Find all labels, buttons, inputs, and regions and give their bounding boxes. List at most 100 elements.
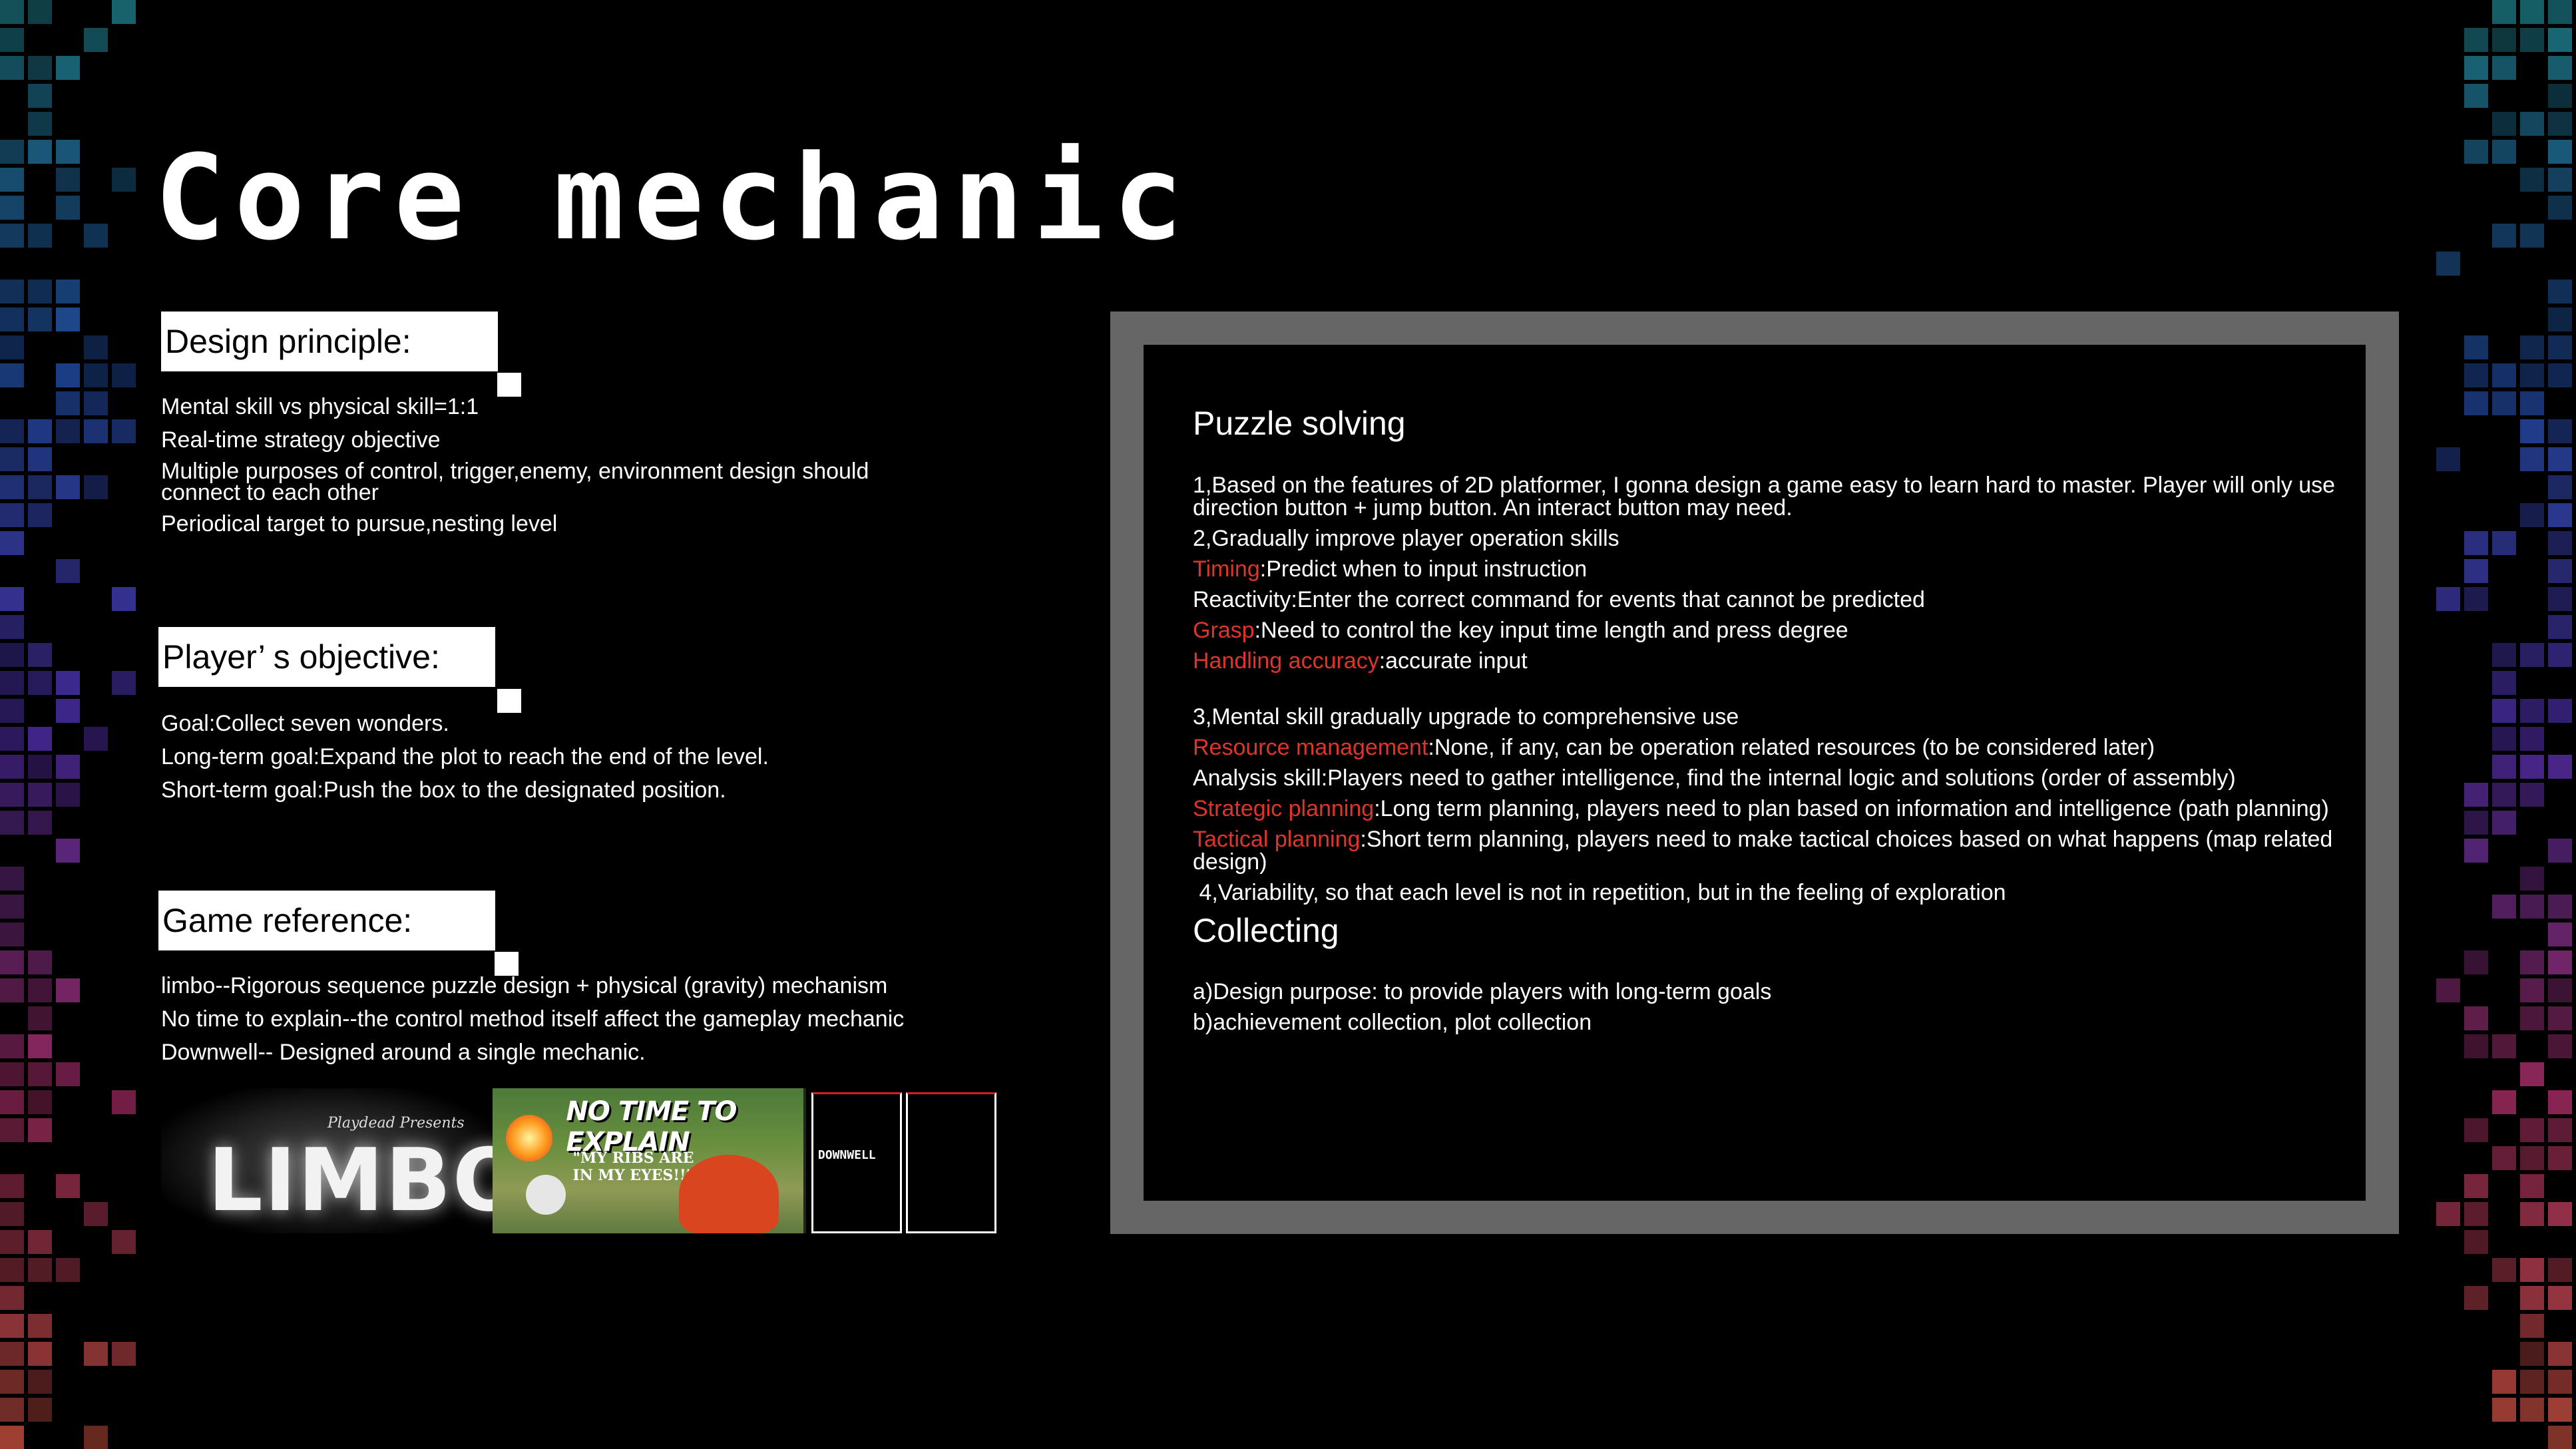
mosaic-tile	[0, 895, 24, 919]
mosaic-tile	[0, 419, 24, 443]
mosaic-tile	[0, 224, 24, 248]
mosaic-tile	[84, 1202, 108, 1226]
list-item: Goal:Collect seven wonders.	[161, 711, 449, 736]
mosaic-tile	[2520, 1006, 2544, 1030]
mosaic-tile	[2436, 447, 2460, 471]
mosaic-tile	[2520, 978, 2544, 1002]
panel-paragraph: 2,Gradually improve player operation ski…	[1193, 525, 1619, 551]
mosaic-tile	[56, 699, 80, 723]
explosion-shape	[506, 1115, 553, 1161]
slide-title: Core mechanic	[154, 130, 1193, 266]
mosaic-tile	[84, 1342, 108, 1366]
mosaic-tile	[2548, 1202, 2572, 1226]
heading-notch	[497, 689, 521, 713]
panel-paragraph: Strategic planning:Long term planning, p…	[1193, 797, 2338, 820]
mosaic-tile	[0, 1398, 24, 1422]
mosaic-tile	[2548, 168, 2572, 192]
mosaic-tile	[2492, 699, 2516, 723]
mosaic-tile	[56, 783, 80, 807]
mosaic-tile	[84, 391, 108, 415]
mosaic-tile	[28, 419, 52, 443]
mosaic-tile	[84, 28, 108, 52]
mosaic-tile	[0, 950, 24, 974]
term-description: :Predict when to input instruction	[1259, 556, 1588, 582]
mosaic-tile	[2436, 978, 2460, 1002]
limbo-image: Playdead Presents LIMBO	[161, 1088, 493, 1233]
mosaic-tile	[2492, 727, 2516, 751]
mosaic-tile	[56, 559, 80, 583]
list-item: Mental skill vs physical skill=1:1	[161, 394, 479, 419]
mosaic-tile	[0, 0, 24, 24]
mosaic-tile	[56, 419, 80, 443]
mosaic-tile	[2464, 391, 2488, 415]
mosaic-tile	[56, 140, 80, 164]
mosaic-tile	[2464, 1006, 2488, 1030]
mosaic-tile	[2548, 1146, 2572, 1170]
mosaic-tile	[2492, 811, 2516, 835]
mosaic-tile	[0, 671, 24, 695]
mosaic-tile	[0, 168, 24, 192]
mosaic-tile	[84, 363, 108, 387]
mosaic-tile	[2436, 587, 2460, 611]
mosaic-tile	[0, 1090, 24, 1114]
mosaic-tile	[28, 112, 52, 136]
panel-paragraph: Reactivity:Enter the correct command for…	[1193, 586, 1925, 612]
mosaic-tile	[84, 1426, 108, 1449]
character-shape	[679, 1155, 779, 1233]
mosaic-tile	[2520, 335, 2544, 359]
mosaic-tile	[0, 587, 24, 611]
mosaic-tile	[2520, 447, 2544, 471]
mosaic-tile	[56, 308, 80, 331]
mosaic-tile	[2548, 447, 2572, 471]
mosaic-tile	[2548, 1006, 2572, 1030]
panel-paragraph: Tactical planning:Short term planning, p…	[1193, 828, 2338, 873]
mosaic-tile	[2492, 28, 2516, 52]
mosaic-tile	[28, 783, 52, 807]
mosaic-tile	[28, 1230, 52, 1254]
player-objective-heading-text: Player’ s objective:	[162, 638, 440, 676]
mosaic-tile	[56, 391, 80, 415]
ntte-logo: NO TIME TO EXPLAIN	[566, 1096, 737, 1157]
panel-paragraph: 1,Based on the features of 2D platformer…	[1193, 472, 2336, 520]
mosaic-tile	[112, 0, 136, 24]
mosaic-tile	[0, 923, 24, 946]
term-description: :Need to control the key input time leng…	[1254, 617, 1848, 643]
mosaic-tile	[2520, 1202, 2544, 1226]
mosaic-tile	[0, 1174, 24, 1198]
mosaic-tile	[2464, 56, 2488, 80]
mosaic-tile	[0, 28, 24, 52]
mosaic-tile	[2548, 978, 2572, 1002]
mosaic-tile	[0, 503, 24, 527]
mosaic-tile	[0, 1342, 24, 1366]
mosaic-tile	[0, 56, 24, 80]
mosaic-tile	[2464, 1230, 2488, 1254]
mosaic-tile	[28, 503, 52, 527]
mosaic-tile	[2492, 895, 2516, 919]
panel-paragraph: 3,Mental skill gradually upgrade to comp…	[1193, 704, 1739, 729]
mosaic-tile	[2520, 1062, 2544, 1086]
mosaic-tile	[0, 811, 24, 835]
mosaic-tile	[2548, 84, 2572, 108]
mosaic-tile	[28, 280, 52, 304]
puzzle-solving-heading: Puzzle solving	[1193, 405, 1406, 442]
highlight-term: Tactical planning	[1193, 826, 1361, 852]
mosaic-tile	[2492, 391, 2516, 415]
mosaic-tile	[2520, 112, 2544, 136]
limbo-logo: LIMBO	[208, 1130, 493, 1231]
mosaic-tile	[28, 1062, 52, 1086]
mosaic-tile	[0, 196, 24, 220]
mosaic-tile	[28, 950, 52, 974]
mosaic-tile	[2548, 1370, 2572, 1394]
mosaic-tile	[0, 308, 24, 331]
mosaic-tile	[2548, 1034, 2572, 1058]
mosaic-tile	[2548, 280, 2572, 304]
game-reference-heading: Game reference:	[158, 891, 495, 950]
mosaic-tile	[2464, 28, 2488, 52]
mosaic-tile	[2492, 783, 2516, 807]
mosaic-tile	[2548, 503, 2572, 527]
mosaic-tile	[2492, 671, 2516, 695]
mosaic-tile	[28, 811, 52, 835]
mosaic-tile	[2492, 56, 2516, 80]
mosaic-tile	[2520, 1398, 2544, 1422]
mosaic-tile	[112, 1090, 136, 1114]
